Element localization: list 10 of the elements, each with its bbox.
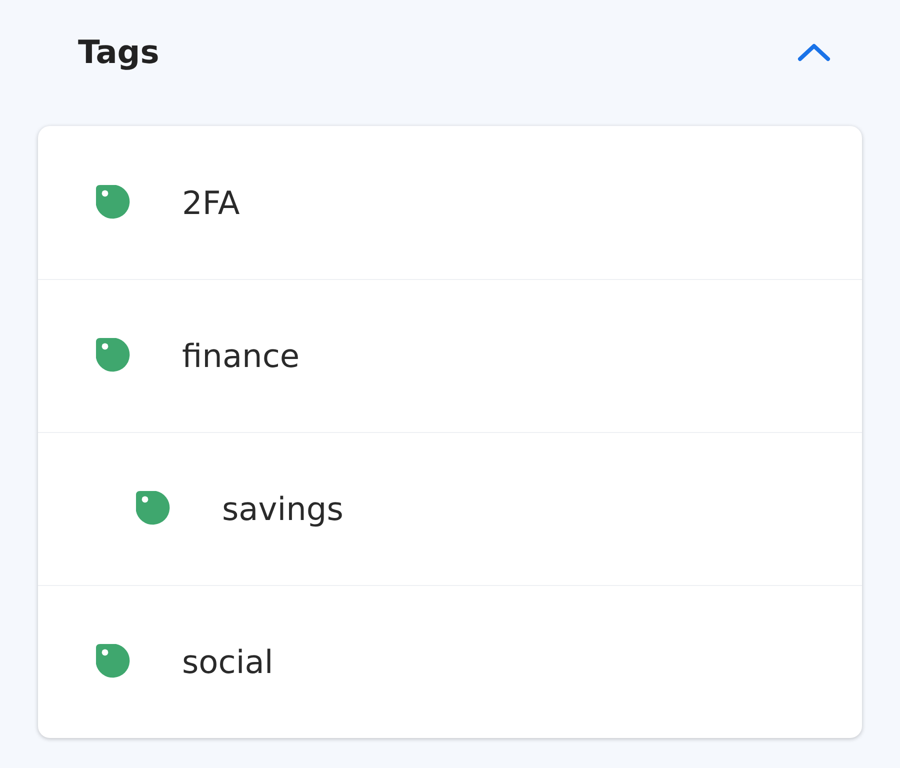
section-title: Tags bbox=[78, 33, 160, 71]
tag-label: savings bbox=[222, 490, 344, 528]
chevron-up-icon bbox=[796, 41, 832, 63]
tag-label: finance bbox=[182, 337, 300, 375]
tag-item[interactable]: social bbox=[38, 585, 862, 738]
tag-label: 2FA bbox=[182, 184, 240, 222]
tag-item[interactable]: 2FA bbox=[38, 126, 862, 279]
tag-label: social bbox=[182, 643, 274, 681]
tag-item[interactable]: savings bbox=[38, 432, 862, 585]
tag-item[interactable]: finance bbox=[38, 279, 862, 432]
